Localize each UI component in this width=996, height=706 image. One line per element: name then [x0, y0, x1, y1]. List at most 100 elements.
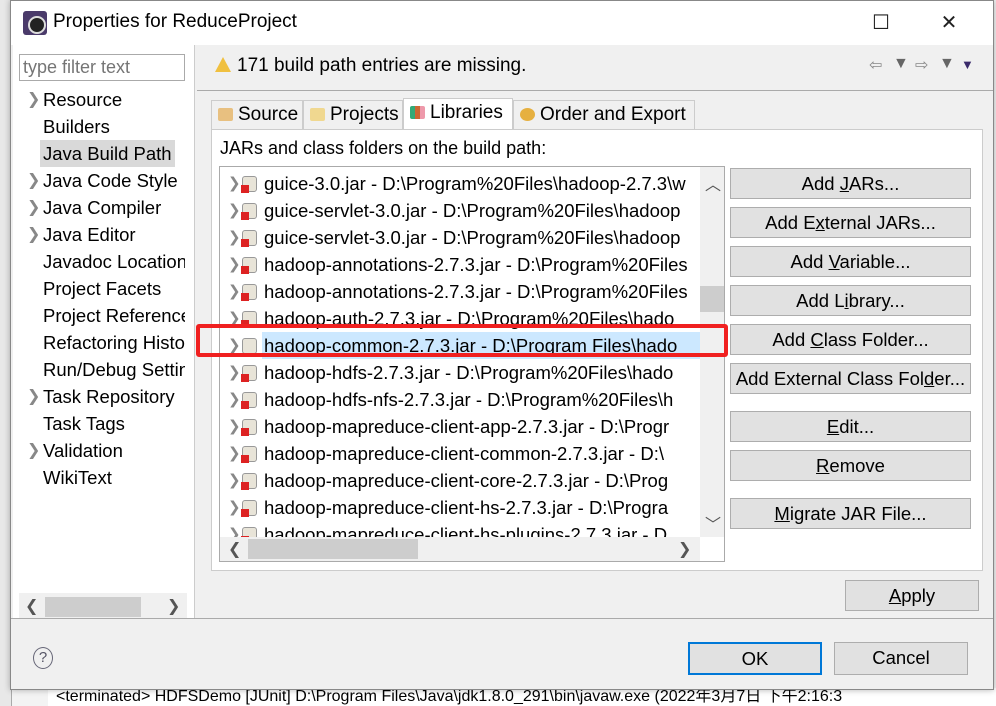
chevron-right-icon[interactable]: ❯ [228, 278, 241, 305]
list-item[interactable]: ❯ hadoop-hdfs-2.7.3.jar - D:\Program%20Fi… [220, 359, 700, 386]
sidebar-item-label: Project References [43, 305, 185, 326]
chevron-right-icon[interactable]: ❯ [27, 221, 40, 248]
list-item[interactable]: ❯ guice-servlet-3.0.jar - D:\Program%20Fi… [220, 224, 700, 251]
forward-arrow-icon[interactable]: ⇨ [915, 55, 928, 75]
sidebar-item[interactable]: ❯ Java Editor [13, 221, 185, 248]
list-item[interactable]: ❯ hadoop-annotations-2.7.3.jar - D:\Progr… [220, 278, 700, 305]
entry-label: hadoop-hdfs-2.7.3.jar - D:\Program%20Fil… [264, 362, 674, 383]
tab-source[interactable]: Source [211, 100, 303, 130]
back-menu-icon[interactable]: ▼ [893, 55, 909, 73]
entry-label: hadoop-mapreduce-client-core-2.7.3.jar -… [264, 470, 669, 491]
remove-button[interactable]: Remove [730, 450, 971, 481]
list-item[interactable]: ❯ hadoop-mapreduce-client-core-2.7.3.jar … [220, 467, 700, 494]
apply-button[interactable]: Apply [845, 580, 979, 611]
scroll-up-icon[interactable]: ︿ [705, 171, 721, 195]
chevron-right-icon[interactable]: ❯ [27, 86, 40, 113]
order-icon [520, 108, 535, 121]
list-item[interactable]: ❯ hadoop-mapreduce-client-hs-2.7.3.jar - … [220, 494, 700, 521]
filter-input[interactable] [19, 54, 185, 81]
sidebar-item-label: Task Repository [43, 386, 175, 407]
missing-jar-icon [241, 230, 257, 247]
entry-label: hadoop-mapreduce-client-app-2.7.3.jar - … [264, 416, 670, 437]
chevron-right-icon[interactable]: ❯ [228, 251, 241, 278]
warning-icon [215, 57, 231, 72]
ok-button[interactable]: OK [688, 642, 822, 675]
list-item[interactable]: ❯ hadoop-annotations-2.7.3.jar - D:\Progr… [220, 251, 700, 278]
property-sidebar: ❯ResourceBuildersJava Build Path❯Java Co… [13, 45, 195, 619]
chevron-right-icon[interactable]: ❯ [228, 359, 241, 386]
scrollbar-thumb[interactable] [45, 597, 141, 617]
chevron-right-icon[interactable]: ❯ [228, 467, 241, 494]
chevron-right-icon[interactable]: ❯ [27, 437, 40, 464]
sidebar-item[interactable]: Run/Debug Settings [13, 356, 185, 383]
sidebar-item[interactable]: ❯ Resource [13, 86, 185, 113]
chevron-right-icon[interactable]: ❯ [228, 440, 241, 467]
chevron-right-icon[interactable]: ❯ [228, 386, 241, 413]
scroll-right-icon[interactable]: ❯ [167, 596, 180, 616]
sidebar-item[interactable]: Project Facets [13, 275, 185, 302]
tab-order-and-export[interactable]: Order and Export [513, 100, 695, 130]
sidebar-item-label: Resource [43, 89, 123, 110]
sidebar-item[interactable]: WikiText [13, 464, 185, 491]
missing-jar-icon [241, 176, 257, 193]
tab-label: Source [238, 104, 299, 125]
scrollbar-thumb[interactable] [700, 286, 724, 312]
list-horizontal-scrollbar[interactable]: ❮ ❯ [220, 537, 700, 561]
sidebar-item[interactable]: Javadoc Location [13, 248, 185, 275]
chevron-right-icon[interactable]: ❯ [228, 224, 241, 251]
sidebar-item-label: Task Tags [43, 413, 125, 434]
add-library-button[interactable]: Add Library... [730, 285, 971, 316]
list-item[interactable]: ❯ guice-servlet-3.0.jar - D:\Program%20Fi… [220, 197, 700, 224]
add-class-folder-button[interactable]: Add Class Folder... [730, 324, 971, 355]
forward-menu-icon[interactable]: ▼ [939, 55, 955, 73]
sidebar-item[interactable]: ❯ Java Code Style [13, 167, 185, 194]
tab-projects[interactable]: Projects [303, 100, 403, 130]
list-item[interactable]: ❯ hadoop-mapreduce-client-app-2.7.3.jar -… [220, 413, 700, 440]
help-icon[interactable]: ? [33, 647, 53, 669]
scroll-left-icon[interactable]: ❮ [228, 539, 241, 559]
scrollbar-thumb[interactable] [248, 539, 418, 559]
chevron-right-icon[interactable]: ❯ [228, 494, 241, 521]
chevron-right-icon[interactable]: ❯ [27, 167, 40, 194]
sidebar-item[interactable]: Builders [13, 113, 185, 140]
sidebar-horizontal-scrollbar[interactable]: ❮ ❯ [19, 593, 187, 619]
migrate-button[interactable]: Migrate JAR File... [730, 498, 971, 529]
scroll-right-icon[interactable]: ❯ [678, 539, 691, 559]
chevron-right-icon[interactable]: ❯ [228, 413, 241, 440]
sidebar-item[interactable]: Refactoring History [13, 329, 185, 356]
add-variable-button[interactable]: Add Variable... [730, 246, 971, 277]
sidebar-item[interactable]: ❯ Task Repository [13, 383, 185, 410]
view-menu-icon[interactable]: ▼ [961, 57, 974, 72]
sidebar-item[interactable]: ❯ Java Compiler [13, 194, 185, 221]
add-jars-button[interactable]: Add JARs... [730, 168, 971, 199]
list-label: JARs and class folders on the build path… [220, 138, 547, 158]
missing-jar-icon [241, 365, 257, 382]
scroll-left-icon[interactable]: ❮ [25, 596, 38, 616]
add-external-jars-button[interactable]: Add External JARs... [730, 207, 971, 238]
chevron-right-icon[interactable]: ❯ [27, 194, 40, 221]
missing-jar-icon [241, 419, 257, 436]
tab-libraries[interactable]: Libraries [403, 98, 513, 130]
maximize-button[interactable]: ☐ [861, 9, 901, 37]
edit-button[interactable]: Edit... [730, 411, 971, 442]
entry-label: hadoop-mapreduce-client-common-2.7.3.jar… [264, 443, 664, 464]
sidebar-item-label: Javadoc Location [43, 251, 185, 272]
missing-jar-icon [241, 473, 257, 490]
scroll-down-icon[interactable]: ﹀ [705, 511, 721, 535]
sidebar-item[interactable]: Project References [13, 302, 185, 329]
back-arrow-icon[interactable]: ⇦ [869, 55, 882, 75]
list-item[interactable]: ❯ guice-3.0.jar - D:\Program%20Files\hado… [220, 170, 700, 197]
add-external-class-folder-button[interactable]: Add External Class Folder... [730, 363, 971, 394]
list-item[interactable]: ❯ hadoop-hdfs-nfs-2.7.3.jar - D:\Program%… [220, 386, 700, 413]
missing-jar-icon [241, 257, 257, 274]
build-path-list[interactable]: ❯ guice-3.0.jar - D:\Program%20Files\hado… [219, 166, 725, 562]
cancel-button[interactable]: Cancel [834, 642, 968, 675]
chevron-right-icon[interactable]: ❯ [27, 383, 40, 410]
chevron-right-icon[interactable]: ❯ [228, 170, 241, 197]
list-item[interactable]: ❯ hadoop-mapreduce-client-common-2.7.3.ja… [220, 440, 700, 467]
close-button[interactable]: ✕ [929, 9, 969, 37]
sidebar-item[interactable]: ❯ Validation [13, 437, 185, 464]
sidebar-item[interactable]: Java Build Path [13, 140, 185, 167]
sidebar-item[interactable]: Task Tags [13, 410, 185, 437]
chevron-right-icon[interactable]: ❯ [228, 197, 241, 224]
